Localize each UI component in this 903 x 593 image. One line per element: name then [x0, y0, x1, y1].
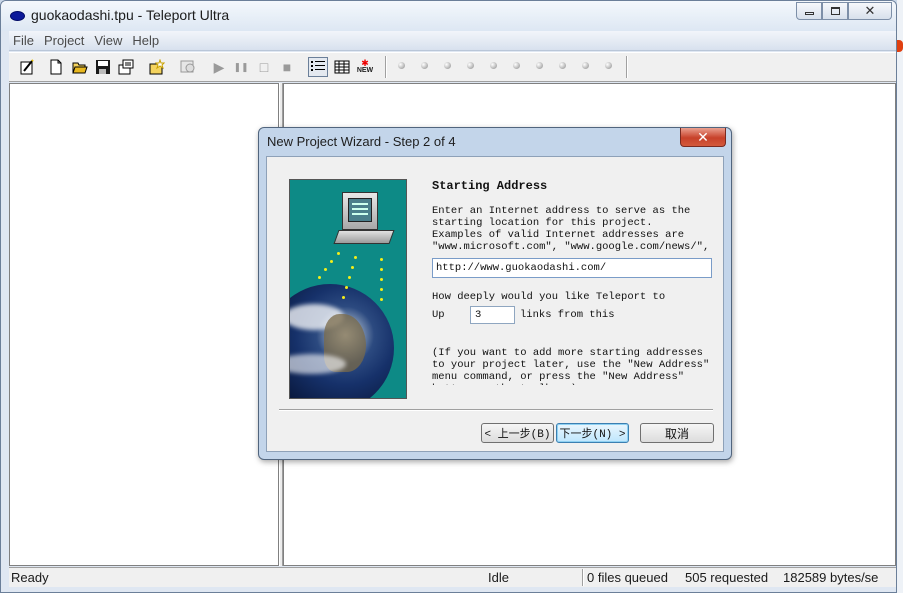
browse-button[interactable] [178, 57, 198, 77]
cancel-button[interactable]: 取消 [640, 423, 714, 443]
new-file-button[interactable] [46, 57, 66, 77]
close-button[interactable]: ✕ [848, 2, 892, 20]
close-icon: ✕ [697, 128, 709, 145]
new-badge-icon: ✱ [361, 58, 369, 68]
slot-5-icon[interactable] [490, 62, 497, 69]
new-wizard-icon [20, 59, 34, 75]
background-window-marker [897, 40, 903, 52]
minimize-button[interactable] [796, 2, 822, 20]
status-ready: Ready [11, 570, 49, 585]
dialog-body: Starting Address Enter an Internet addre… [266, 156, 724, 452]
background-window-edge [897, 0, 903, 593]
minimize-icon [804, 12, 814, 15]
properties-icon [118, 59, 134, 75]
save-button[interactable] [93, 57, 113, 77]
slot-7-icon[interactable] [536, 62, 543, 69]
computer-icon [342, 192, 378, 230]
save-icon [96, 60, 110, 74]
project-tree-pane[interactable] [9, 83, 279, 566]
stop-icon: □ [259, 59, 269, 75]
depth-up-label: Up [432, 309, 445, 321]
depth-suffix-label: links from this [520, 309, 615, 321]
grid-view-button[interactable] [332, 57, 352, 77]
pause-button[interactable]: ❚❚ [231, 57, 251, 77]
toolbar-separator-end [626, 56, 628, 78]
toolbar: ▶ ❚❚ □ ■ ✱ NEW [9, 52, 896, 82]
dialog-separator [279, 409, 713, 411]
restore-icon [830, 7, 840, 15]
new-badge-button[interactable]: ✱ NEW [355, 57, 375, 77]
status-requested: 505 requested [685, 570, 769, 585]
status-rate: 182589 bytes/se [783, 570, 879, 585]
pause-icon: ❚❚ [233, 61, 249, 72]
title-bar[interactable]: guokaodashi.tpu - Teleport Ultra ✕ [1, 1, 896, 31]
window-title: guokaodashi.tpu - Teleport Ultra [31, 7, 230, 23]
wizard-illustration [289, 179, 407, 399]
slot-2-icon[interactable] [421, 62, 428, 69]
menu-project[interactable]: Project [39, 31, 89, 48]
depth-question: How deeply would you like Teleport to [432, 291, 666, 303]
open-button[interactable] [70, 57, 90, 77]
open-folder-icon [72, 62, 88, 74]
status-idle: Idle [488, 570, 509, 585]
slot-10-icon[interactable] [605, 62, 612, 69]
computer-base [333, 230, 395, 244]
back-button[interactable]: < 上一步(B) [481, 423, 554, 443]
list-view-icon [311, 61, 325, 71]
menu-help[interactable]: Help [127, 31, 164, 48]
status-bar: Ready Idle 0 files queued 505 requested … [9, 567, 896, 587]
grid-view-icon [334, 60, 350, 74]
globe-image [290, 284, 394, 398]
caption-buttons: ✕ [796, 2, 892, 20]
new-wizard-button[interactable] [17, 57, 37, 77]
new-project-button[interactable] [147, 57, 167, 77]
status-divider [582, 569, 584, 586]
new-file-icon [50, 59, 62, 75]
app-icon[interactable] [10, 11, 25, 21]
menu-view[interactable]: View [89, 31, 127, 48]
maximize-button[interactable] [822, 2, 848, 20]
link-depth-input[interactable] [470, 306, 515, 324]
dialog-title: New Project Wizard - Step 2 of 4 [267, 134, 456, 149]
stop-all-button[interactable]: ■ [277, 57, 297, 77]
new-project-icon [149, 59, 165, 75]
slot-9-icon[interactable] [582, 62, 589, 69]
close-icon: ✕ [864, 3, 876, 18]
starting-address-input[interactable] [432, 258, 712, 278]
properties-button[interactable] [116, 57, 136, 77]
stop-all-icon: ■ [282, 59, 292, 75]
step-description: Enter an Internet address to serve as th… [432, 205, 710, 253]
next-button[interactable]: 下一步(N) > [556, 423, 629, 443]
browse-icon [180, 60, 195, 73]
new-badge-label: NEW [356, 67, 374, 74]
step-heading: Starting Address [432, 179, 548, 193]
play-icon: ▶ [213, 58, 225, 75]
menu-file[interactable]: File [9, 31, 39, 48]
slot-3-icon[interactable] [444, 62, 451, 69]
slot-4-icon[interactable] [467, 62, 474, 69]
stop-button[interactable]: □ [254, 57, 274, 77]
slot-6-icon[interactable] [513, 62, 520, 69]
toolbar-separator [385, 56, 387, 78]
list-view-button[interactable] [308, 57, 328, 77]
dialog-close-button[interactable]: ✕ [680, 128, 726, 147]
step-note: (If you want to add more starting addres… [432, 347, 710, 385]
menu-bar: File Project View Help [9, 31, 896, 51]
slot-8-icon[interactable] [559, 62, 566, 69]
status-files-queued: 0 files queued [587, 570, 668, 585]
play-button[interactable]: ▶ [209, 57, 229, 77]
slot-1-icon[interactable] [398, 62, 405, 69]
new-project-wizard-dialog: New Project Wizard - Step 2 of 4 ✕ Start… [258, 127, 732, 460]
